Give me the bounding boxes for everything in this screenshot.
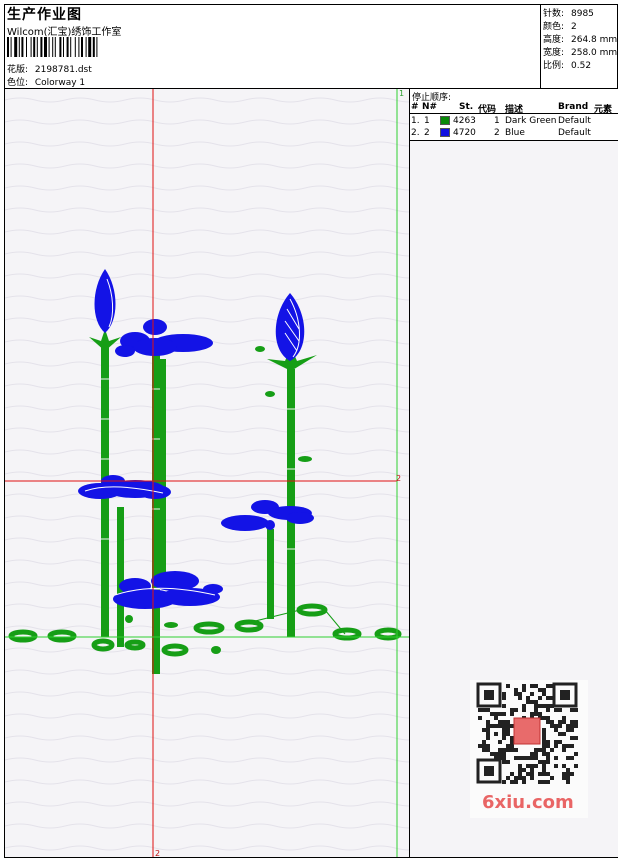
- header-stats-divider: [540, 4, 541, 88]
- design-file-row: 花版: 2198781.dst: [7, 62, 92, 75]
- row2-code: 4720: [453, 128, 476, 138]
- row2-index: 2.: [411, 128, 420, 138]
- guide-right-label: 2: [396, 474, 401, 483]
- design-preview-canvas[interactable]: 1 2 2: [5, 89, 409, 857]
- guide-bottom-label: 2: [155, 849, 160, 857]
- colorway-row: 色位: Colorway 1: [7, 75, 85, 88]
- row1-color-swatch: [440, 116, 450, 125]
- stat-stitches: 针数: 8985: [543, 9, 594, 19]
- row1-code: 4263: [453, 116, 476, 126]
- watermark-site-text: 6xiu.com: [482, 792, 574, 813]
- design-label: 花版:: [7, 65, 29, 75]
- row2-n: 2: [424, 128, 430, 138]
- row2-stop: 2: [494, 128, 500, 138]
- guide-top-label: 1: [399, 89, 404, 98]
- colorway-value: Colorway 1: [34, 78, 86, 88]
- row1-n: 1: [424, 116, 430, 126]
- row1-index: 1.: [411, 116, 420, 126]
- col-n: N#: [422, 102, 438, 112]
- design-file-value: 2198781.dst: [34, 65, 92, 75]
- row1-desc: Dark Green: [505, 116, 557, 126]
- stat-width: 宽度: 258.0 mm: [543, 48, 618, 58]
- stat-colors: 颜色: 2: [543, 22, 577, 32]
- embroidery-design-svg: 1 2 2: [5, 89, 409, 857]
- sheet-title: 生产作业图: [7, 7, 82, 23]
- table-header-line: [410, 113, 618, 114]
- studio-name: Wilcom(汇宝)绣饰工作室: [7, 27, 122, 38]
- col-stops: St.: [459, 102, 474, 112]
- row2-color-swatch: [440, 128, 450, 137]
- colorway-label: 色位:: [7, 78, 29, 88]
- col-index: #: [411, 102, 419, 112]
- barcode-image: [7, 37, 98, 57]
- stat-height: 高度: 264.8 mm: [543, 35, 618, 45]
- watermark-qr-logo: 6xiu.com: [470, 680, 588, 818]
- row2-brand: Default: [558, 128, 591, 138]
- row1-brand: Default: [558, 116, 591, 126]
- col-brand: Brand: [558, 102, 589, 112]
- stat-scale: 比例: 0.52: [543, 61, 592, 71]
- fabric-texture: [5, 89, 409, 857]
- row1-stop: 1: [494, 116, 500, 126]
- row2-desc: Blue: [505, 128, 525, 138]
